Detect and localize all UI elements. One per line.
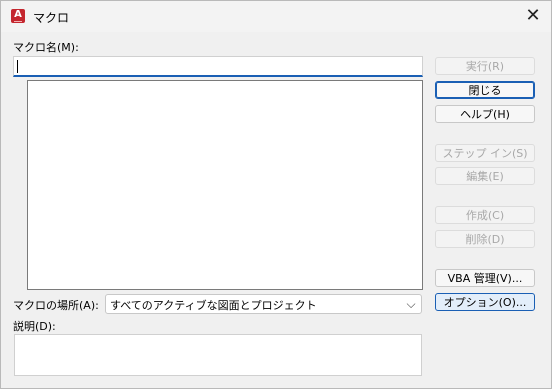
close-icon[interactable]: ✕ xyxy=(521,6,545,26)
window-title: マクロ xyxy=(33,11,70,25)
app-icon-letter: A xyxy=(14,9,22,20)
macro-location-select[interactable]: すべてのアクティブな図面とプロジェクト ⌵ xyxy=(105,294,422,314)
vba-manager-button[interactable]: VBA 管理(V)... xyxy=(435,269,535,287)
description-label: 説明(D): xyxy=(13,320,56,333)
title-bar: A マクロ ✕ xyxy=(1,1,551,32)
chevron-down-icon: ⌵ xyxy=(406,297,416,311)
macro-location-value: すべてのアクティブな図面とプロジェクト xyxy=(110,299,317,312)
macro-name-label: マクロ名(M): xyxy=(13,41,79,54)
app-icon-underline xyxy=(14,21,22,22)
edit-button[interactable]: 編集(E) xyxy=(435,167,535,185)
description-field[interactable] xyxy=(14,334,422,376)
macro-name-input[interactable] xyxy=(14,58,418,74)
create-button[interactable]: 作成(C) xyxy=(435,206,535,224)
run-button[interactable]: 実行(R) xyxy=(435,57,535,75)
options-button[interactable]: オプション(O)... xyxy=(435,293,535,311)
close-button[interactable]: 閉じる xyxy=(435,81,535,99)
step-in-button[interactable]: ステップ イン(S) xyxy=(435,144,535,162)
text-caret xyxy=(17,60,18,73)
macro-dialog: A マクロ ✕ マクロ名(M): 実行(R) 閉じる ヘルプ(H) ステップ イ… xyxy=(0,0,552,389)
delete-button[interactable]: 削除(D) xyxy=(435,230,535,248)
macro-name-field[interactable] xyxy=(13,56,423,77)
macro-list[interactable] xyxy=(27,80,423,290)
autocad-app-icon: A xyxy=(11,9,25,23)
help-button[interactable]: ヘルプ(H) xyxy=(435,105,535,123)
macro-location-label: マクロの場所(A): xyxy=(13,299,99,312)
